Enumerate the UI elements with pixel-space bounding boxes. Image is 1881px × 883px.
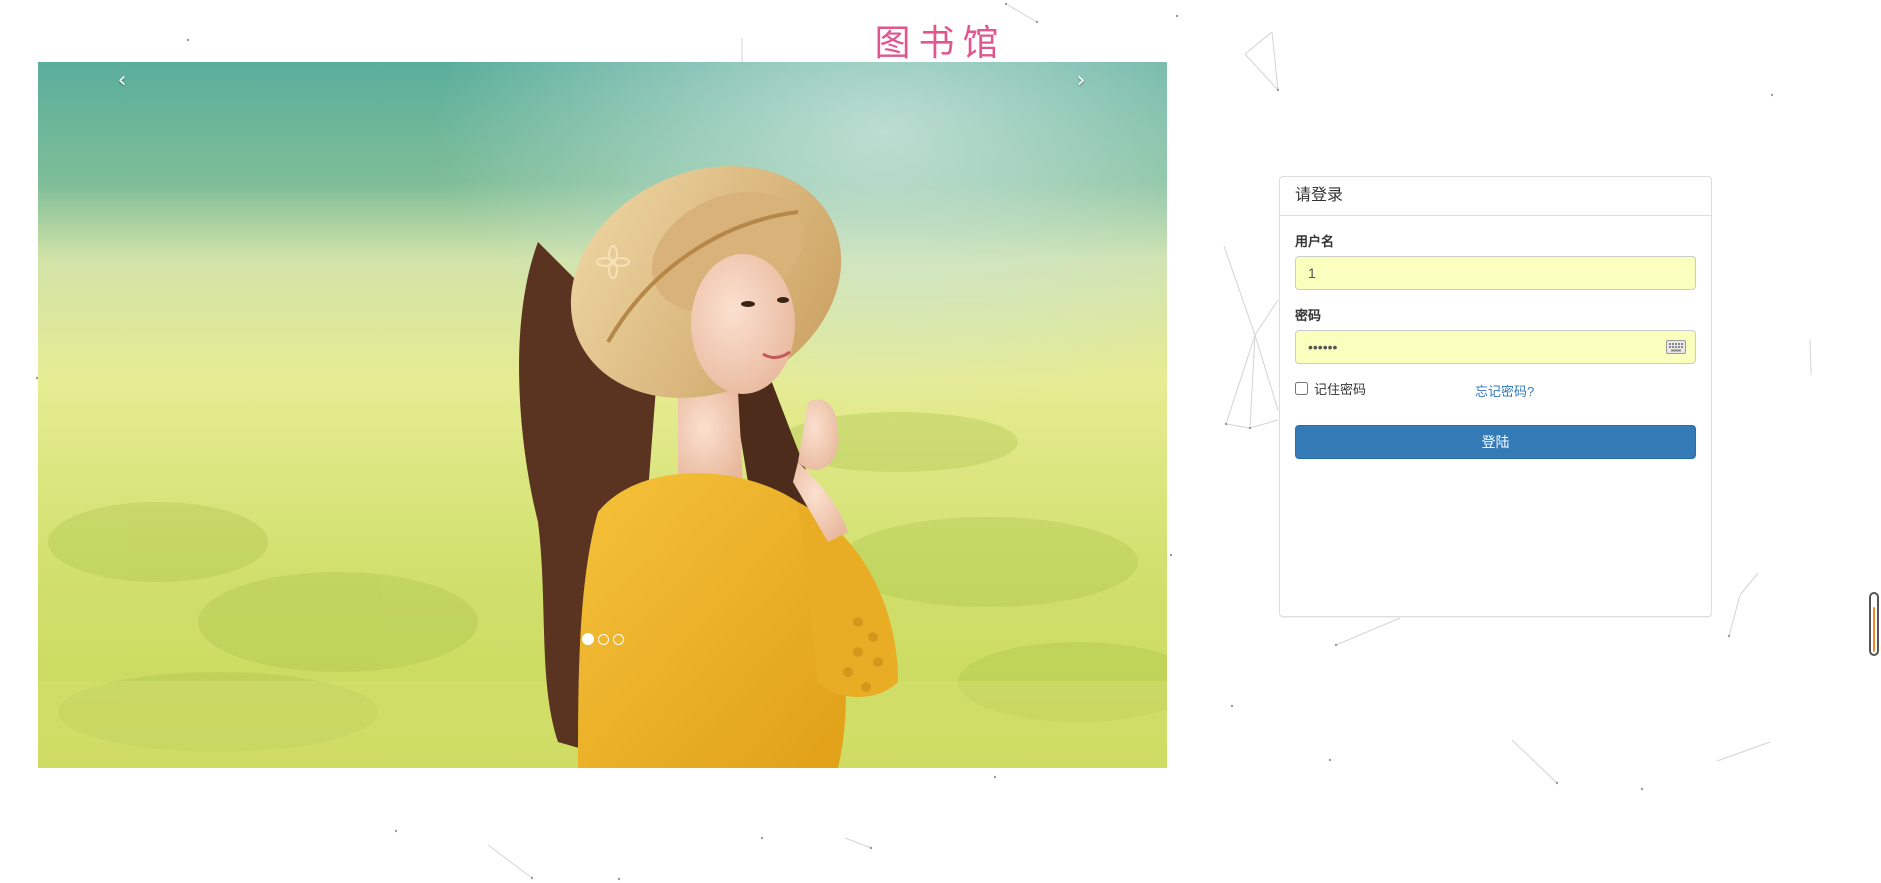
username-input[interactable]	[1295, 256, 1696, 290]
page: 图书馆 ‹ › 请登录 用户名 1 密码 记住密码 忘记密码? 登陆	[0, 0, 1881, 883]
login-panel-heading: 请登录	[1280, 177, 1711, 216]
carousel-indicators	[38, 633, 1167, 645]
keyboard-icon[interactable]	[1666, 340, 1686, 354]
carousel-slide-image	[38, 62, 1167, 768]
carousel-prev-button[interactable]: ‹	[102, 66, 142, 96]
carousel-indicator-3[interactable]	[612, 634, 624, 645]
scroll-indicator[interactable]	[1869, 592, 1879, 656]
image-carousel[interactable]: ‹ ›	[38, 62, 1167, 768]
password-label: 密码	[1295, 308, 1322, 323]
password-input[interactable]	[1295, 330, 1696, 364]
remember-password-label: 记住密码	[1314, 382, 1367, 397]
site-title: 图书馆	[874, 23, 1007, 64]
carousel-indicator-1[interactable]	[581, 633, 594, 645]
login-panel: 请登录 用户名 密码	[1279, 176, 1712, 617]
scroll-indicator-fill	[1873, 607, 1875, 652]
remember-password-option[interactable]: 记住密码	[1295, 379, 1366, 398]
remember-password-checkbox[interactable]	[1295, 382, 1308, 395]
login-form: 用户名 密码	[1280, 216, 1711, 474]
carousel-indicator-2[interactable]	[597, 634, 609, 645]
forgot-password-link[interactable]: 忘记密码?	[1475, 381, 1534, 400]
login-button[interactable]: 登陆	[1295, 425, 1696, 459]
carousel-next-button[interactable]: ›	[1061, 66, 1101, 96]
username-label: 用户名	[1295, 234, 1335, 249]
login-options-row: 记住密码 忘记密码?	[1295, 379, 1696, 401]
